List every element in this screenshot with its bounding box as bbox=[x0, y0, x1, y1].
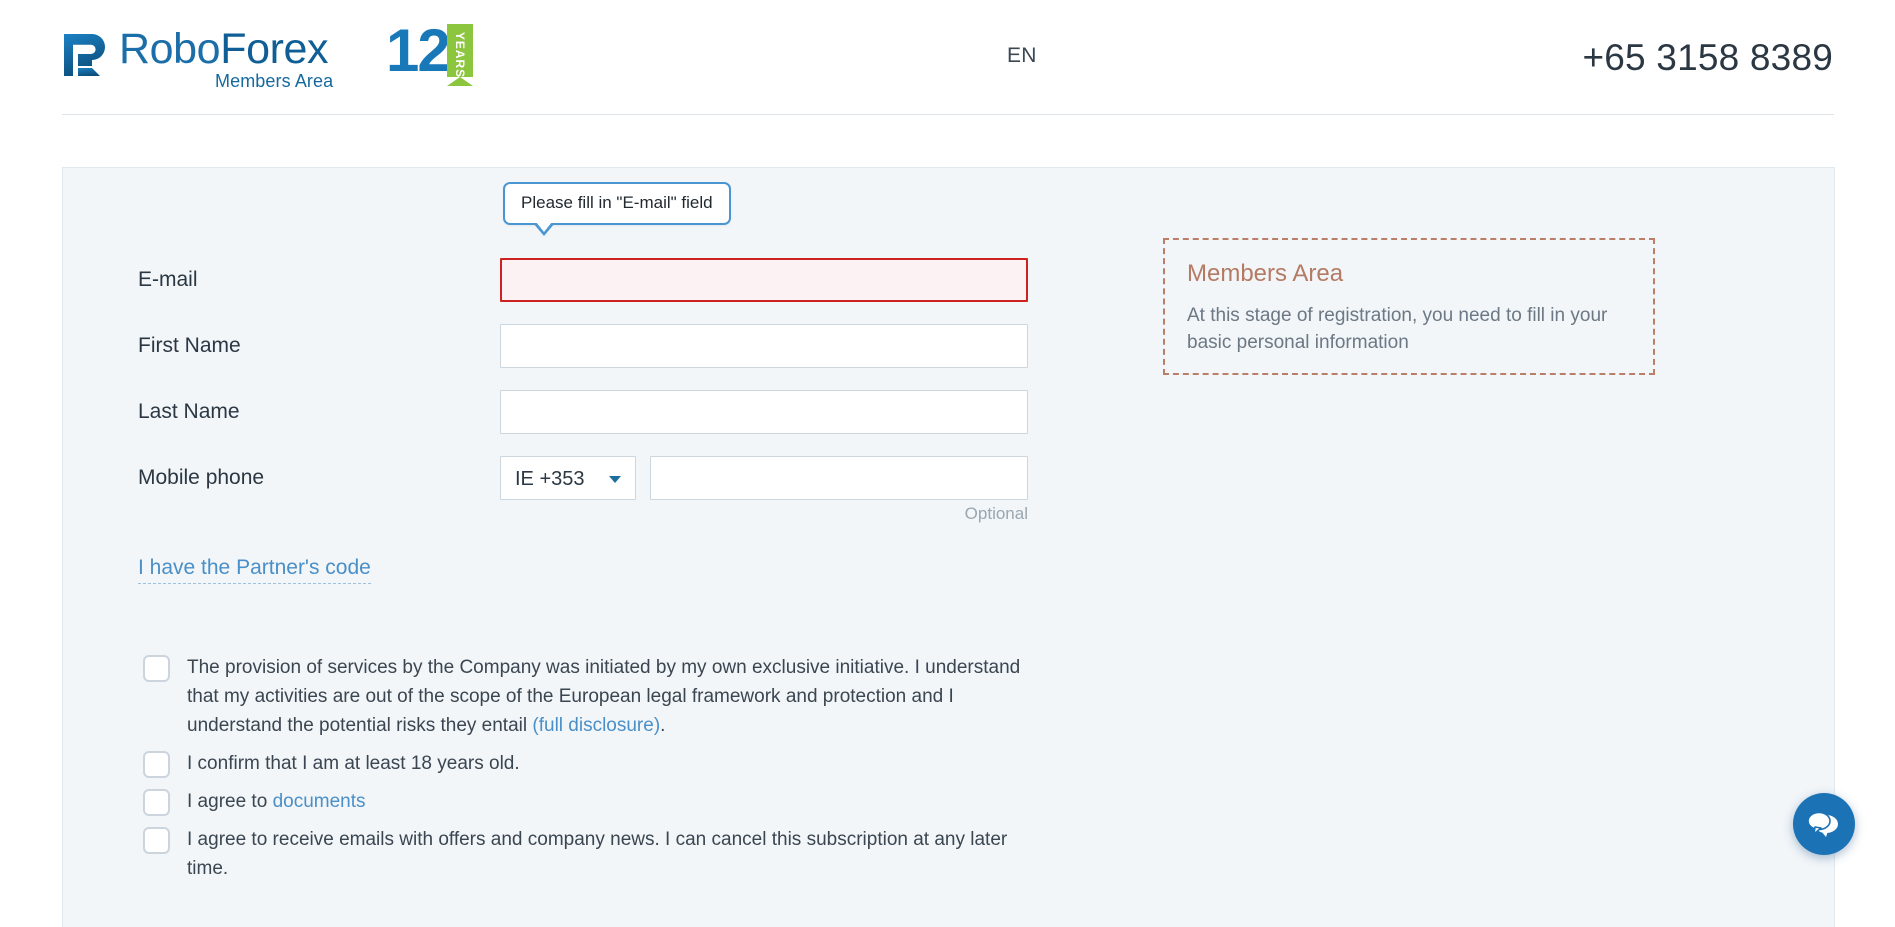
agreement-text-before: I agree to receive emails with offers an… bbox=[187, 829, 1007, 879]
agreement-checkbox-marketing-emails[interactable] bbox=[143, 827, 170, 854]
agreement-checkbox-documents[interactable] bbox=[143, 789, 170, 816]
logo-wordmark: RoboForex bbox=[119, 26, 328, 72]
email-input[interactable] bbox=[500, 258, 1028, 302]
agreement-label: I agree to receive emails with offers an… bbox=[187, 825, 1032, 883]
form-row-last-name: Last Name bbox=[63, 390, 1834, 434]
header-divider bbox=[62, 114, 1834, 115]
tooltip-text: Please fill in "E-mail" field bbox=[521, 193, 713, 212]
agreement-row: I agree to documents bbox=[63, 787, 1834, 816]
partner-code-link[interactable]: I have the Partner's code bbox=[138, 556, 371, 584]
first-name-input[interactable] bbox=[500, 324, 1028, 368]
form-row-mobile-phone: Mobile phone IE +353 Optional bbox=[63, 456, 1834, 500]
info-box-title: Members Area bbox=[1187, 260, 1631, 288]
agreements-list: The provision of services by the Company… bbox=[63, 653, 1834, 893]
logo-word-robo: Robo bbox=[119, 25, 220, 73]
chevron-down-icon bbox=[609, 476, 621, 483]
logo-word-forex: Forex bbox=[220, 25, 328, 73]
mobile-phone-input[interactable] bbox=[650, 456, 1028, 500]
chat-widget-button[interactable] bbox=[1793, 793, 1855, 855]
agreement-text-after: . bbox=[660, 715, 665, 736]
logo-subtitle: Members Area bbox=[215, 70, 333, 92]
agreement-row: I confirm that I am at least 18 years ol… bbox=[63, 749, 1834, 778]
documents-link[interactable]: documents bbox=[273, 791, 366, 812]
country-code-value: IE +353 bbox=[515, 457, 585, 501]
agreement-label: The provision of services by the Company… bbox=[187, 653, 1032, 740]
anniversary-ribbon-label: YEARS bbox=[453, 32, 467, 78]
info-box-text: At this stage of registration, you need … bbox=[1187, 302, 1631, 356]
agreement-row: I agree to receive emails with offers an… bbox=[63, 825, 1834, 883]
anniversary-badge: 12 YEARS bbox=[386, 22, 473, 84]
logo[interactable]: RoboForex Members Area bbox=[62, 26, 328, 96]
logo-text: RoboForex Members Area bbox=[119, 26, 328, 96]
anniversary-number: 12 bbox=[386, 22, 449, 80]
agreement-row: The provision of services by the Company… bbox=[63, 653, 1834, 740]
tooltip-arrow-inner bbox=[536, 222, 552, 232]
last-name-input[interactable] bbox=[500, 390, 1028, 434]
agreement-checkbox-exclusive-initiative[interactable] bbox=[143, 655, 170, 682]
agreement-label: I agree to documents bbox=[187, 787, 366, 816]
label-mobile-phone: Mobile phone bbox=[138, 456, 264, 500]
label-last-name: Last Name bbox=[138, 390, 240, 434]
chat-bubbles-icon bbox=[1807, 809, 1841, 839]
agreement-text-before: I agree to bbox=[187, 791, 273, 812]
roboforex-r-mark-icon bbox=[62, 32, 108, 78]
anniversary-ribbon: YEARS bbox=[447, 24, 473, 86]
mobile-phone-optional-hint: Optional bbox=[650, 504, 1028, 524]
label-email: E-mail bbox=[138, 258, 198, 302]
country-code-select[interactable]: IE +353 bbox=[500, 456, 636, 500]
agreement-label: I confirm that I am at least 18 years ol… bbox=[187, 749, 520, 778]
email-validation-tooltip: Please fill in "E-mail" field bbox=[503, 182, 731, 225]
registration-panel: Please fill in "E-mail" field E-mail Fir… bbox=[62, 167, 1835, 927]
language-switcher[interactable]: EN bbox=[1007, 44, 1037, 68]
agreement-text-before: I confirm that I am at least 18 years ol… bbox=[187, 753, 520, 774]
label-first-name: First Name bbox=[138, 324, 241, 368]
members-area-info-box: Members Area At this stage of registrati… bbox=[1163, 238, 1655, 375]
support-phone-number[interactable]: +65 3158 8389 bbox=[1582, 36, 1833, 80]
page-header: RoboForex Members Area 12 YEARS EN +65 3… bbox=[0, 0, 1895, 116]
agreement-checkbox-age-18[interactable] bbox=[143, 751, 170, 778]
full-disclosure-link[interactable]: (full disclosure) bbox=[532, 715, 660, 736]
